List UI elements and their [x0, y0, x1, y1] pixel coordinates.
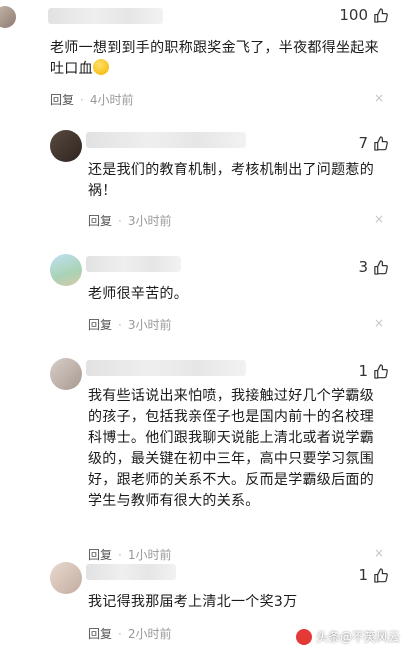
like-count: 7 [358, 134, 368, 152]
close-icon[interactable]: × [374, 212, 384, 226]
avatar[interactable] [0, 6, 16, 28]
close-icon[interactable]: × [374, 316, 384, 330]
separator: · [118, 626, 122, 641]
thumbs-up-icon [374, 7, 388, 23]
username-blurred[interactable] [86, 132, 246, 148]
username-blurred[interactable] [86, 360, 246, 376]
comment-2: 7 还是我们的教育机制，考核机制出了问题惹的祸！ 回复 · 3小时前 × [0, 126, 406, 241]
thumbs-up-icon [374, 363, 388, 379]
reply-button[interactable]: 回复 [88, 212, 112, 229]
comment-meta: 回复 · 3小时前 [88, 212, 171, 229]
close-icon[interactable]: × [374, 91, 384, 105]
timestamp: 3小时前 [127, 318, 172, 332]
thumbs-up-icon [374, 567, 388, 583]
username-blurred[interactable] [86, 564, 176, 580]
comment-text: 我有些话说出来怕喷，我接触过好几个学霸级的孩子，包括我亲侄子也是国内前十的名校理… [88, 388, 374, 509]
comment-3: 3 老师很辛苦的。 回复 · 3小时前 × [0, 250, 406, 342]
username-blurred[interactable] [86, 256, 181, 272]
toutiao-logo-icon [295, 628, 312, 645]
comment-meta: 回复 · 3小时前 [88, 316, 171, 333]
watermark-text: 头条@不笑风云 [315, 630, 400, 644]
like-button[interactable]: 3 [358, 258, 388, 276]
reply-button[interactable]: 回复 [88, 625, 112, 642]
separator: · [118, 317, 122, 332]
username-blurred[interactable] [48, 8, 163, 24]
reply-button[interactable]: 回复 [50, 91, 74, 108]
reply-button[interactable]: 回复 [88, 316, 112, 333]
thumbs-up-icon [374, 259, 388, 275]
like-button[interactable]: 100 [339, 6, 388, 24]
avatar[interactable] [50, 254, 82, 286]
comment-meta: 回复 · 2小时前 [88, 625, 171, 642]
comment-meta: 回复 · 4小时前 [50, 91, 133, 108]
like-button[interactable]: 1 [358, 566, 388, 584]
like-count: 3 [358, 258, 368, 276]
thumbs-up-icon [374, 135, 388, 151]
avatar[interactable] [50, 358, 82, 390]
like-button[interactable]: 7 [358, 134, 388, 152]
avatar[interactable] [50, 562, 82, 594]
timestamp: 4小时前 [89, 93, 134, 107]
comment-text: 老师一想到到手的职称跟奖金飞了，半夜都得坐起来吐口血 [50, 38, 380, 80]
emoji-icon [92, 59, 109, 75]
comment-text: 还是我们的教育机制，考核机制出了问题惹的祸！ [88, 162, 374, 199]
separator: · [80, 92, 84, 107]
comment-text: 我记得我那届考上清北一个奖3万 [88, 594, 298, 610]
close-icon[interactable]: × [374, 546, 384, 560]
avatar[interactable] [50, 130, 82, 162]
watermark: 头条@不笑风云 [295, 628, 400, 645]
timestamp: 3小时前 [127, 214, 172, 228]
separator: · [118, 213, 122, 228]
comment-1: 100 老师一想到到手的职称跟奖金飞了，半夜都得坐起来吐口血 回复 · 4小时前… [0, 0, 406, 118]
like-button[interactable]: 1 [358, 362, 388, 380]
comment-4: 1 我有些话说出来怕喷，我接触过好几个学霸级的孩子，包括我亲侄子也是国内前十的名… [0, 356, 406, 562]
comment-text: 老师很辛苦的。 [88, 286, 189, 302]
like-count: 1 [358, 566, 368, 584]
like-count: 1 [358, 362, 368, 380]
like-count: 100 [339, 6, 368, 24]
timestamp: 2小时前 [127, 627, 172, 641]
